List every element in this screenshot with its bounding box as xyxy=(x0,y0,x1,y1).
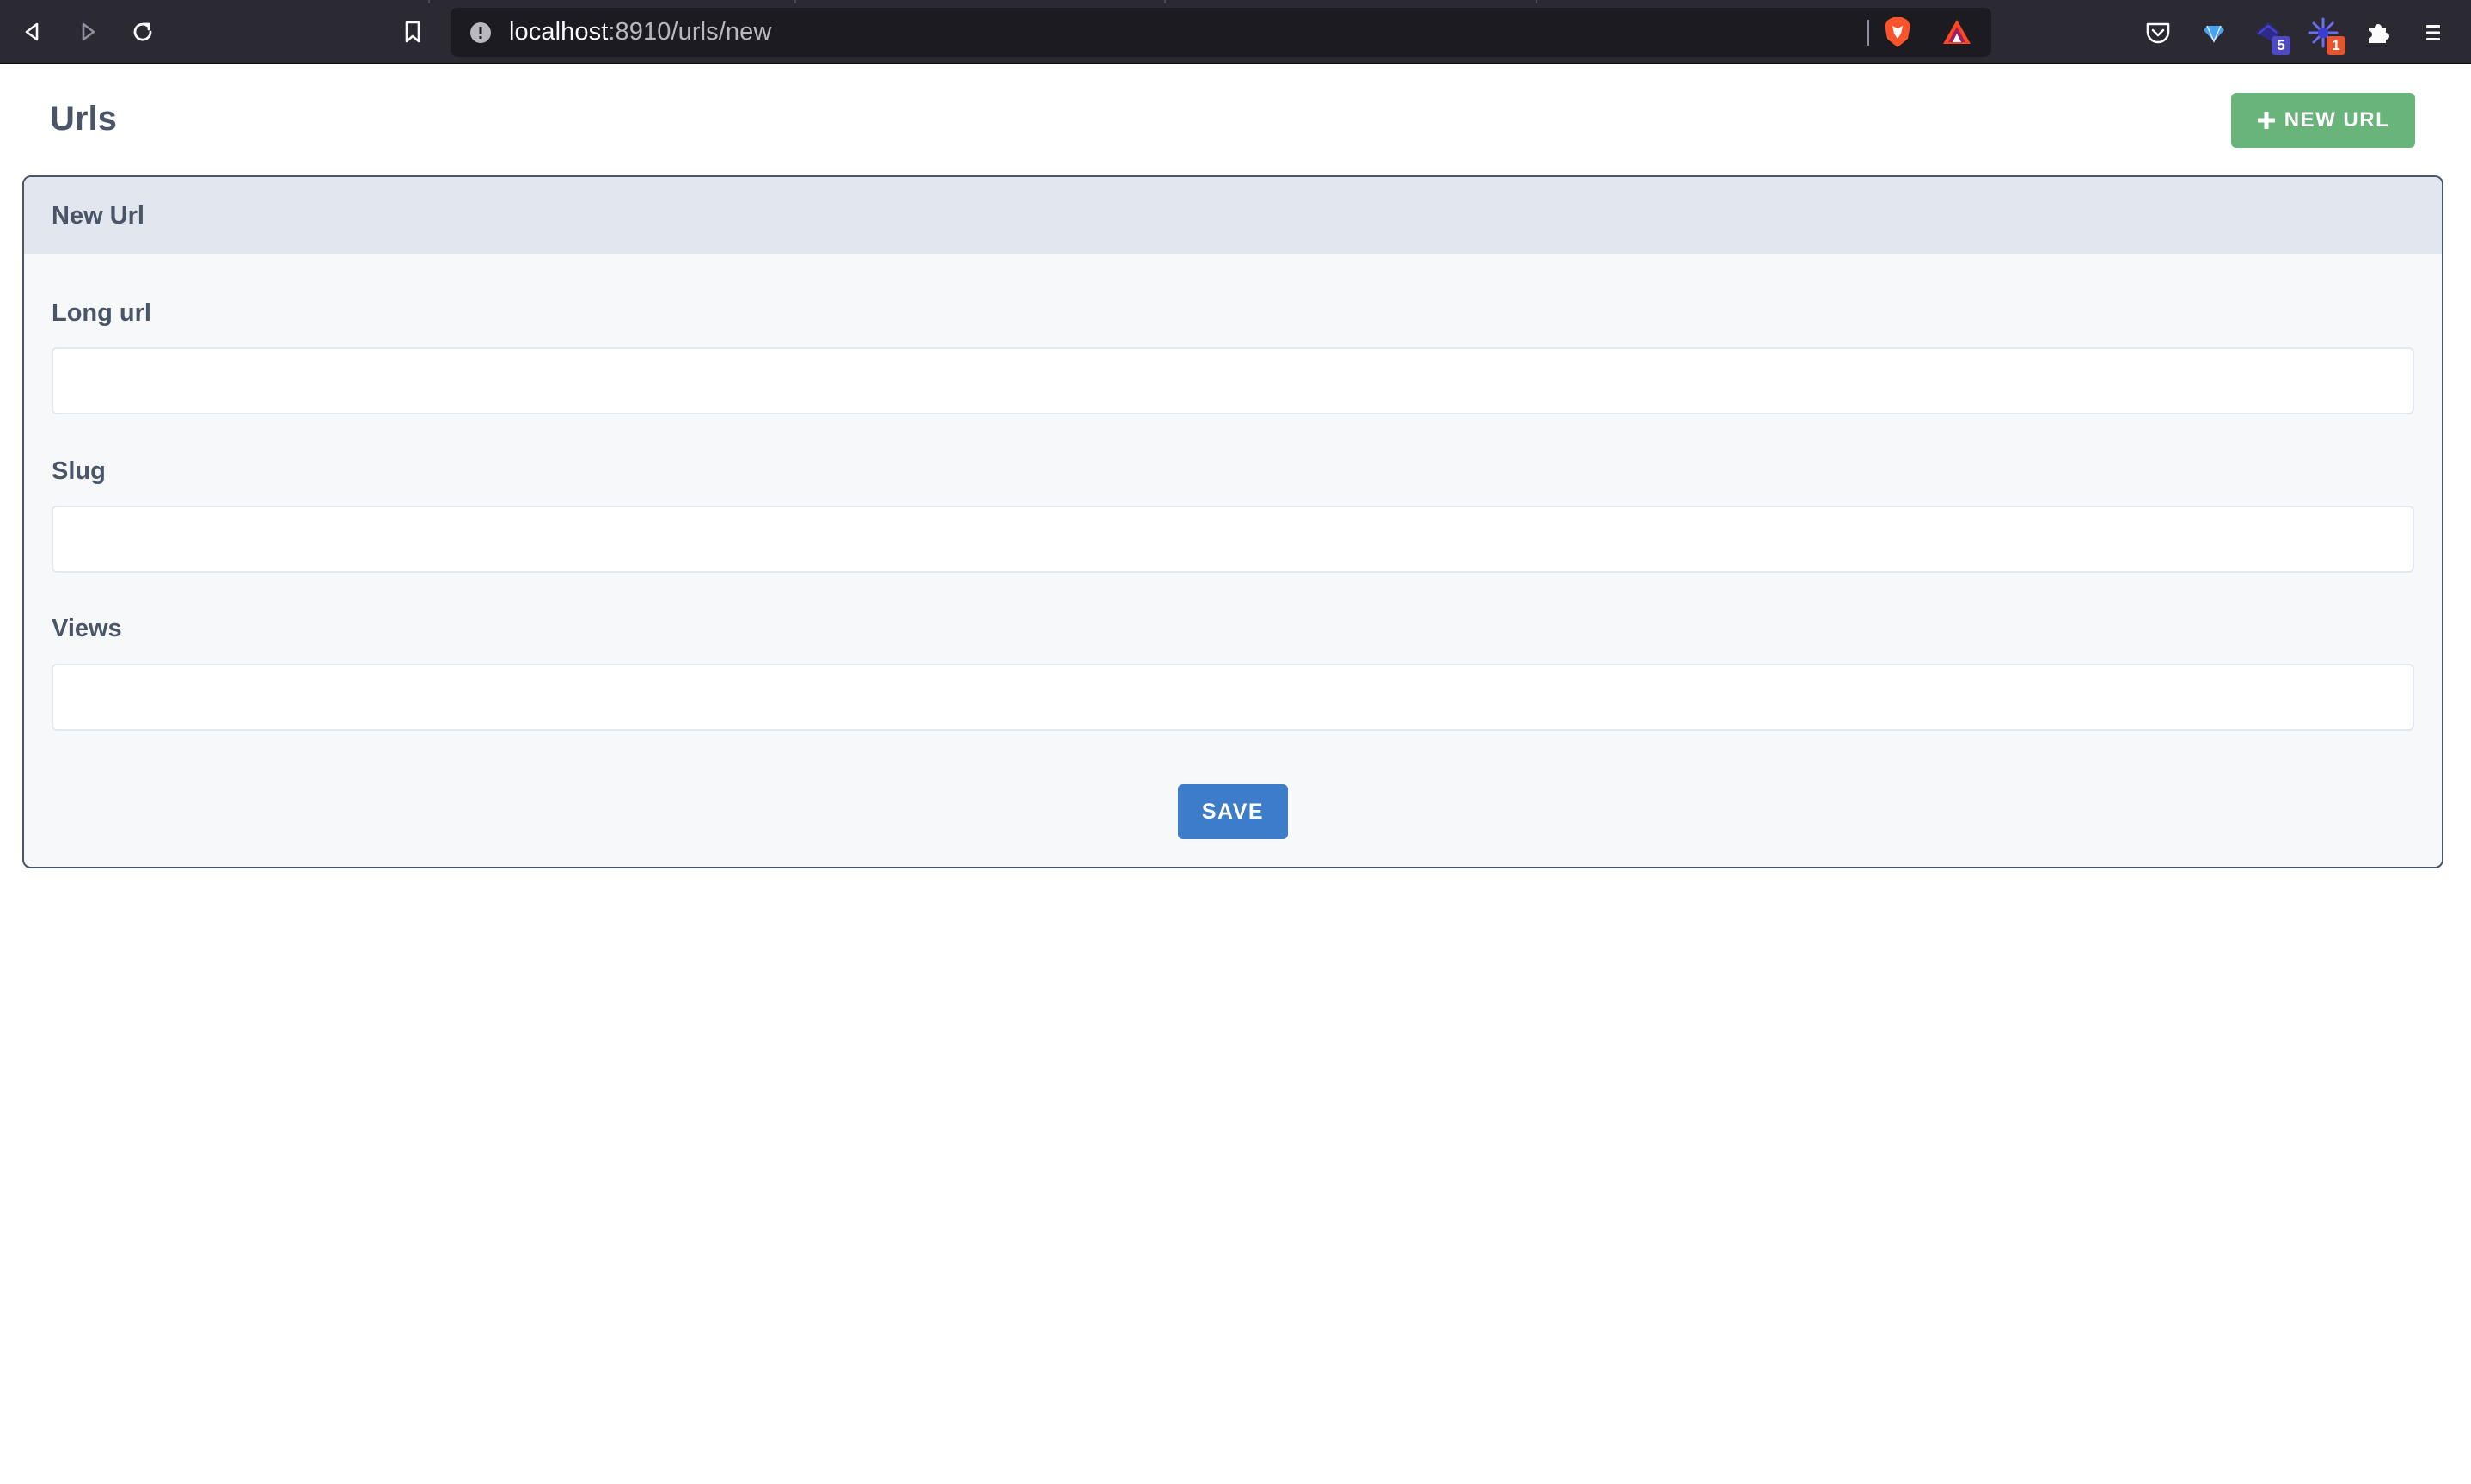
extensions-puzzle-icon[interactable] xyxy=(2361,15,2395,50)
bookmark-button[interactable] xyxy=(395,15,430,49)
back-arrow-icon xyxy=(25,22,39,41)
forward-button[interactable] xyxy=(71,15,105,49)
views-label: Views xyxy=(52,615,122,642)
browser-toolbar: localhost:8910/urls/new 5 1 xyxy=(0,0,2471,64)
card-header: New Url xyxy=(24,177,2442,254)
extension-badge: 5 xyxy=(2272,36,2290,55)
url-text[interactable]: localhost:8910/urls/new xyxy=(509,8,771,57)
forward-arrow-icon xyxy=(82,22,95,41)
gem-extension-icon[interactable] xyxy=(2197,15,2231,50)
card-title: New Url xyxy=(52,202,144,230)
page-title: Urls xyxy=(50,100,117,138)
long-url-input[interactable] xyxy=(52,347,2414,414)
slug-label: Slug xyxy=(52,457,106,485)
address-bar-divider xyxy=(1867,20,1869,46)
extension-button-1[interactable]: 5 xyxy=(2251,15,2290,57)
new-url-button-label: NEW URL xyxy=(2284,108,2390,132)
views-input[interactable] xyxy=(52,664,2414,731)
reload-button[interactable] xyxy=(126,15,160,49)
save-button[interactable]: SAVE xyxy=(1178,784,1288,839)
long-url-label: Long url xyxy=(52,299,151,327)
bookmark-icon xyxy=(405,21,420,43)
extension-button-2[interactable]: 1 xyxy=(2306,15,2345,57)
site-info-icon[interactable] xyxy=(469,21,492,44)
tab-strip xyxy=(0,0,2471,3)
back-button[interactable] xyxy=(15,15,50,49)
reload-icon xyxy=(133,22,152,41)
brave-rewards-icon[interactable] xyxy=(1941,18,1972,46)
pocket-icon[interactable] xyxy=(2141,15,2175,50)
new-url-button[interactable]: NEW URL xyxy=(2231,93,2415,148)
brave-shields-icon[interactable] xyxy=(1883,16,1912,49)
slug-input[interactable] xyxy=(52,506,2414,573)
plus-icon xyxy=(2257,112,2275,129)
menu-hamburger-icon[interactable] xyxy=(2416,15,2450,50)
extension-badge: 1 xyxy=(2327,36,2345,55)
new-url-form-card: New Url Long url Slug Views SAVE xyxy=(22,175,2443,868)
address-bar[interactable]: localhost:8910/urls/new xyxy=(451,8,1991,57)
